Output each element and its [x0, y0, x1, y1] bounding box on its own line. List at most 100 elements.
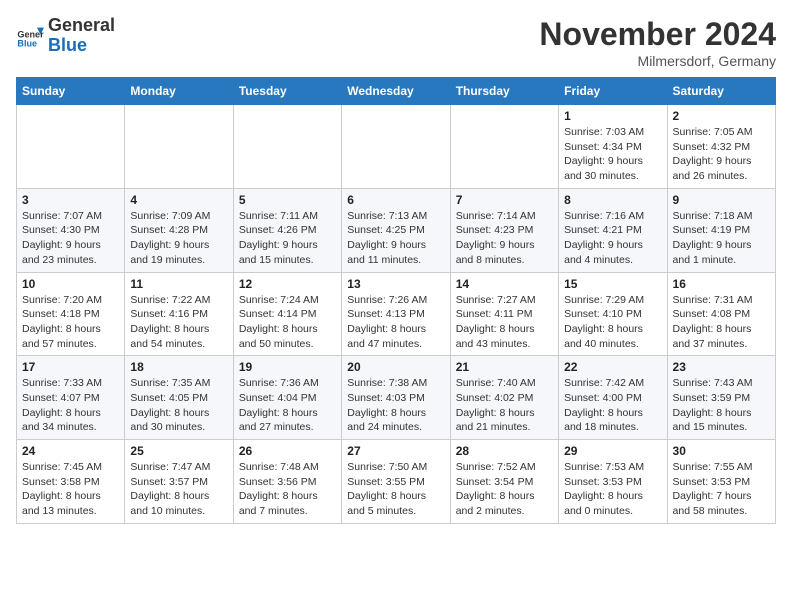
day-number: 12 — [239, 277, 336, 291]
weekday-header-friday: Friday — [559, 78, 667, 105]
day-number: 30 — [673, 444, 770, 458]
calendar-cell: 18 Sunrise: 7:35 AM Sunset: 4:05 PM Dayli… — [125, 356, 233, 440]
calendar-cell: 3Sunrise: 7:07 AM Sunset: 4:30 PM Daylig… — [17, 188, 125, 272]
day-number: 7 — [456, 193, 553, 207]
day-number: 11 — [130, 277, 227, 291]
calendar-cell: 12 Sunrise: 7:24 AM Sunset: 4:14 PM Dayli… — [233, 272, 341, 356]
day-info: Sunrise: 7:14 AM Sunset: 4:23 PM Dayligh… — [456, 209, 553, 268]
calendar-cell: 15Sunrise: 7:29 AM Sunset: 4:10 PM Dayli… — [559, 272, 667, 356]
calendar-cell: 17 Sunrise: 7:33 AM Sunset: 4:07 PM Dayli… — [17, 356, 125, 440]
svg-text:Blue: Blue — [17, 38, 37, 48]
day-number: 29 — [564, 444, 661, 458]
calendar-cell: 20 Sunrise: 7:38 AM Sunset: 4:03 PM Dayli… — [342, 356, 450, 440]
day-info: Sunrise: 7:52 AM Sunset: 3:54 PM Dayligh… — [456, 460, 553, 519]
calendar-cell: 21Sunrise: 7:40 AM Sunset: 4:02 PM Dayli… — [450, 356, 558, 440]
day-info: Sunrise: 7:33 AM Sunset: 4:07 PM Dayligh… — [22, 376, 119, 435]
day-info: Sunrise: 7:11 AM Sunset: 4:26 PM Dayligh… — [239, 209, 336, 268]
calendar-cell: 26 Sunrise: 7:48 AM Sunset: 3:56 PM Dayli… — [233, 440, 341, 524]
day-info: Sunrise: 7:09 AM Sunset: 4:28 PM Dayligh… — [130, 209, 227, 268]
logo-blue-label: Blue — [48, 35, 87, 55]
day-info: Sunrise: 7:45 AM Sunset: 3:58 PM Dayligh… — [22, 460, 119, 519]
week-row-2: 3Sunrise: 7:07 AM Sunset: 4:30 PM Daylig… — [17, 188, 776, 272]
day-number: 21 — [456, 360, 553, 374]
day-info: Sunrise: 7:43 AM Sunset: 3:59 PM Dayligh… — [673, 376, 770, 435]
calendar-cell: 19Sunrise: 7:36 AM Sunset: 4:04 PM Dayli… — [233, 356, 341, 440]
week-row-5: 24Sunrise: 7:45 AM Sunset: 3:58 PM Dayli… — [17, 440, 776, 524]
day-info: Sunrise: 7:50 AM Sunset: 3:55 PM Dayligh… — [347, 460, 444, 519]
day-number: 28 — [456, 444, 553, 458]
day-info: Sunrise: 7:35 AM Sunset: 4:05 PM Dayligh… — [130, 376, 227, 435]
logo-general-label: General — [48, 15, 115, 35]
calendar-cell: 13 Sunrise: 7:26 AM Sunset: 4:13 PM Dayli… — [342, 272, 450, 356]
calendar-cell: 10 Sunrise: 7:20 AM Sunset: 4:18 PM Dayli… — [17, 272, 125, 356]
logo: General Blue General Blue — [16, 16, 115, 56]
day-number: 2 — [673, 109, 770, 123]
week-row-3: 10 Sunrise: 7:20 AM Sunset: 4:18 PM Dayli… — [17, 272, 776, 356]
calendar-cell: 7 Sunrise: 7:14 AM Sunset: 4:23 PM Daylig… — [450, 188, 558, 272]
day-number: 17 — [22, 360, 119, 374]
day-info: Sunrise: 7:55 AM Sunset: 3:53 PM Dayligh… — [673, 460, 770, 519]
week-row-1: 1 Sunrise: 7:03 AM Sunset: 4:34 PM Daylig… — [17, 105, 776, 189]
day-info: Sunrise: 7:16 AM Sunset: 4:21 PM Dayligh… — [564, 209, 661, 268]
day-info: Sunrise: 7:26 AM Sunset: 4:13 PM Dayligh… — [347, 293, 444, 352]
weekday-header-monday: Monday — [125, 78, 233, 105]
day-number: 6 — [347, 193, 444, 207]
calendar-cell — [342, 105, 450, 189]
weekday-header-saturday: Saturday — [667, 78, 775, 105]
calendar-cell: 24Sunrise: 7:45 AM Sunset: 3:58 PM Dayli… — [17, 440, 125, 524]
calendar-cell: 1 Sunrise: 7:03 AM Sunset: 4:34 PM Daylig… — [559, 105, 667, 189]
calendar-table: SundayMondayTuesdayWednesdayThursdayFrid… — [16, 77, 776, 524]
day-number: 14 — [456, 277, 553, 291]
day-number: 1 — [564, 109, 661, 123]
day-info: Sunrise: 7:13 AM Sunset: 4:25 PM Dayligh… — [347, 209, 444, 268]
day-number: 25 — [130, 444, 227, 458]
calendar-cell — [450, 105, 558, 189]
day-info: Sunrise: 7:20 AM Sunset: 4:18 PM Dayligh… — [22, 293, 119, 352]
calendar-cell: 28 Sunrise: 7:52 AM Sunset: 3:54 PM Dayli… — [450, 440, 558, 524]
day-info: Sunrise: 7:27 AM Sunset: 4:11 PM Dayligh… — [456, 293, 553, 352]
calendar-cell: 25Sunrise: 7:47 AM Sunset: 3:57 PM Dayli… — [125, 440, 233, 524]
day-info: Sunrise: 7:22 AM Sunset: 4:16 PM Dayligh… — [130, 293, 227, 352]
calendar-cell: 5Sunrise: 7:11 AM Sunset: 4:26 PM Daylig… — [233, 188, 341, 272]
weekday-header-wednesday: Wednesday — [342, 78, 450, 105]
month-title: November 2024 — [539, 16, 776, 53]
logo-general-text: General Blue — [48, 16, 115, 56]
calendar-cell: 6 Sunrise: 7:13 AM Sunset: 4:25 PM Daylig… — [342, 188, 450, 272]
day-number: 10 — [22, 277, 119, 291]
location-label: Milmersdorf, Germany — [539, 53, 776, 69]
day-number: 3 — [22, 193, 119, 207]
day-number: 18 — [130, 360, 227, 374]
page-header: General Blue General Blue November 2024 … — [16, 16, 776, 69]
weekday-header-thursday: Thursday — [450, 78, 558, 105]
calendar-cell: 14 Sunrise: 7:27 AM Sunset: 4:11 PM Dayli… — [450, 272, 558, 356]
calendar-cell — [125, 105, 233, 189]
day-number: 26 — [239, 444, 336, 458]
week-row-4: 17 Sunrise: 7:33 AM Sunset: 4:07 PM Dayli… — [17, 356, 776, 440]
day-number: 13 — [347, 277, 444, 291]
calendar-cell: 27 Sunrise: 7:50 AM Sunset: 3:55 PM Dayli… — [342, 440, 450, 524]
calendar-cell — [17, 105, 125, 189]
logo-icon: General Blue — [16, 22, 44, 50]
day-info: Sunrise: 7:38 AM Sunset: 4:03 PM Dayligh… — [347, 376, 444, 435]
day-info: Sunrise: 7:48 AM Sunset: 3:56 PM Dayligh… — [239, 460, 336, 519]
calendar-cell: 30 Sunrise: 7:55 AM Sunset: 3:53 PM Dayli… — [667, 440, 775, 524]
day-number: 8 — [564, 193, 661, 207]
day-number: 22 — [564, 360, 661, 374]
day-info: Sunrise: 7:24 AM Sunset: 4:14 PM Dayligh… — [239, 293, 336, 352]
calendar-cell: 29Sunrise: 7:53 AM Sunset: 3:53 PM Dayli… — [559, 440, 667, 524]
day-number: 16 — [673, 277, 770, 291]
day-info: Sunrise: 7:42 AM Sunset: 4:00 PM Dayligh… — [564, 376, 661, 435]
calendar-cell: 9Sunrise: 7:18 AM Sunset: 4:19 PM Daylig… — [667, 188, 775, 272]
calendar-cell: 23 Sunrise: 7:43 AM Sunset: 3:59 PM Dayli… — [667, 356, 775, 440]
day-info: Sunrise: 7:05 AM Sunset: 4:32 PM Dayligh… — [673, 125, 770, 184]
day-number: 23 — [673, 360, 770, 374]
calendar-cell — [233, 105, 341, 189]
weekday-header-row: SundayMondayTuesdayWednesdayThursdayFrid… — [17, 78, 776, 105]
calendar-cell: 22 Sunrise: 7:42 AM Sunset: 4:00 PM Dayli… — [559, 356, 667, 440]
day-info: Sunrise: 7:03 AM Sunset: 4:34 PM Dayligh… — [564, 125, 661, 184]
weekday-header-sunday: Sunday — [17, 78, 125, 105]
day-number: 20 — [347, 360, 444, 374]
day-number: 9 — [673, 193, 770, 207]
day-number: 27 — [347, 444, 444, 458]
day-info: Sunrise: 7:36 AM Sunset: 4:04 PM Dayligh… — [239, 376, 336, 435]
